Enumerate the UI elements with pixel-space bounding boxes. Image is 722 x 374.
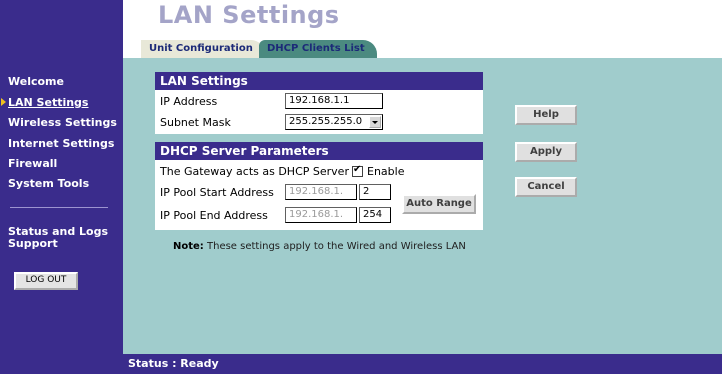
- status-text: Status : Ready: [128, 357, 219, 370]
- sidebar-item-lan-settings[interactable]: LAN Settings: [1, 96, 89, 109]
- ip-address-label: IP Address: [160, 95, 218, 108]
- ip-pool-start-prefix-field: 192.168.1.: [285, 184, 357, 200]
- lan-settings-header: LAN Settings: [155, 72, 483, 90]
- sidebar-item-label: LAN Settings: [8, 96, 89, 109]
- settings-note: Note: These settings apply to the Wired …: [173, 241, 466, 252]
- triangle-right-icon: [1, 98, 6, 106]
- chevron-down-icon[interactable]: [369, 116, 381, 128]
- sidebar-item-support[interactable]: Support: [8, 237, 58, 250]
- logout-button[interactable]: LOG OUT: [14, 272, 78, 290]
- tab-bar: Unit Configuration DHCP Clients List: [123, 40, 722, 58]
- gateway-dhcp-label: The Gateway acts as DHCP Server: [160, 165, 349, 178]
- dhcp-server-panel: DHCP Server Parameters The Gateway acts …: [155, 142, 483, 230]
- auto-range-button[interactable]: Auto Range: [402, 194, 476, 214]
- sidebar-item-welcome[interactable]: Welcome: [8, 75, 64, 88]
- note-prefix: Note:: [173, 241, 204, 252]
- sidebar-item-internet-settings[interactable]: Internet Settings: [8, 137, 114, 150]
- help-button[interactable]: Help: [515, 105, 577, 125]
- apply-button[interactable]: Apply: [515, 142, 577, 162]
- status-bar: Status : Ready: [0, 354, 722, 374]
- tab-dhcp-clients-list[interactable]: DHCP Clients List: [259, 40, 377, 58]
- sidebar-item-firewall[interactable]: Firewall: [8, 157, 57, 170]
- ip-address-field[interactable]: 192.168.1.1: [285, 93, 383, 109]
- enable-checkbox[interactable]: [352, 164, 363, 177]
- cancel-button[interactable]: Cancel: [515, 177, 577, 197]
- page-title: LAN Settings: [158, 1, 340, 29]
- subnet-mask-select[interactable]: 255.255.255.0: [285, 114, 383, 130]
- lan-settings-panel: LAN Settings IP Address 192.168.1.1 Subn…: [155, 72, 483, 134]
- dhcp-server-header: DHCP Server Parameters: [155, 142, 483, 160]
- tab-unit-configuration[interactable]: Unit Configuration: [141, 40, 265, 58]
- ip-pool-end-prefix-field: 192.168.1.: [285, 207, 357, 223]
- sidebar-divider: [10, 207, 108, 208]
- ip-pool-end-field[interactable]: 254: [359, 207, 391, 223]
- sidebar-item-system-tools[interactable]: System Tools: [8, 177, 89, 190]
- subnet-mask-label: Subnet Mask: [160, 116, 231, 129]
- note-text: These settings apply to the Wired and Wi…: [203, 241, 466, 252]
- ip-pool-start-field[interactable]: 2: [359, 184, 391, 200]
- main-content: LAN Settings IP Address 192.168.1.1 Subn…: [123, 58, 722, 354]
- header: LAN Settings: [123, 0, 722, 32]
- sidebar-item-wireless-settings[interactable]: Wireless Settings: [8, 116, 117, 129]
- ip-pool-end-label: IP Pool End Address: [160, 209, 268, 222]
- sidebar: Welcome LAN Settings Wireless Settings I…: [0, 0, 123, 374]
- ip-pool-start-label: IP Pool Start Address: [160, 186, 274, 199]
- enable-label: Enable: [367, 165, 405, 178]
- subnet-mask-value: 255.255.255.0: [289, 116, 363, 127]
